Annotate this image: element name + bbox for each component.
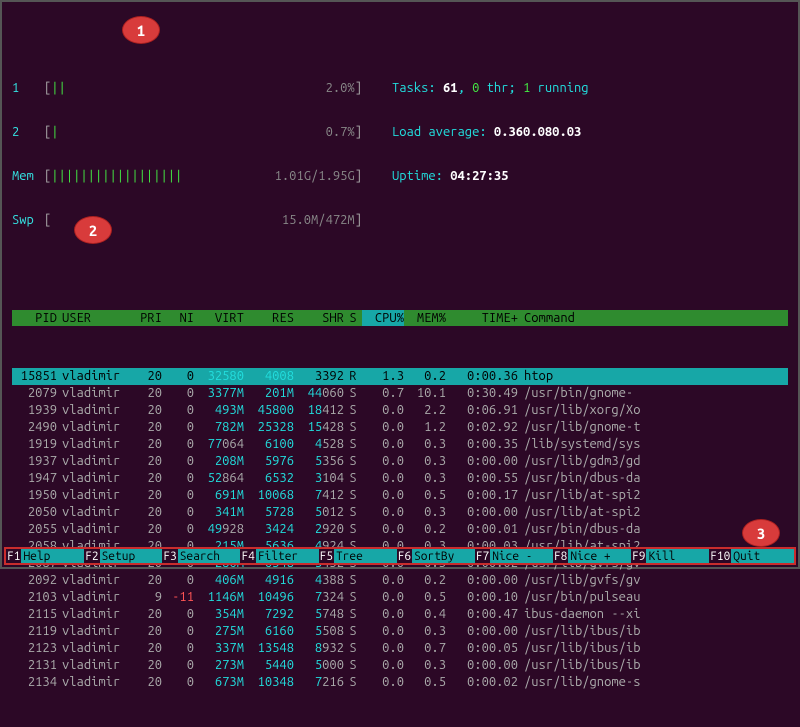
fkey-label-f5[interactable]: Tree — [334, 549, 397, 563]
cpu2-label: 2 — [12, 124, 44, 140]
hdr-cpu[interactable]: CPU% — [362, 310, 404, 326]
header-block: 1[||2.0%] 2[|0.7%] Mem[|||||||||||||||||… — [12, 52, 788, 256]
hdr-ni[interactable]: NI — [162, 310, 194, 326]
fkey-label-f8[interactable]: Nice + — [568, 549, 631, 563]
fkey-f3[interactable]: F3 — [162, 549, 177, 563]
fkey-f8[interactable]: F8 — [553, 549, 568, 563]
process-row[interactable]: 2055vladimir2004992834242920S0.00.20:00.… — [12, 521, 788, 538]
process-row[interactable]: 2115vladimir200354M72925748S0.00.40:00.4… — [12, 606, 788, 623]
fkey-label-f2[interactable]: Setup — [100, 549, 163, 563]
mem-bars: |||||||||||||||||| — [51, 168, 182, 184]
tasks-total: 61 — [443, 80, 458, 96]
cpu1-meter: 1[||2.0%] — [12, 80, 362, 96]
tasks-thr: 0 — [472, 80, 479, 96]
load1: 0.36 — [494, 124, 523, 140]
hdr-cmd[interactable]: Command — [518, 310, 788, 326]
cpu1-value: 2.0% — [326, 80, 355, 96]
fkey-f4[interactable]: F4 — [240, 549, 255, 563]
hdr-pid[interactable]: PID — [12, 310, 57, 326]
load5: 0.08 — [523, 124, 552, 140]
hdr-pri[interactable]: PRI — [127, 310, 162, 326]
callout-3: 3 — [742, 519, 780, 547]
mem-meter: Mem[||||||||||||||||||1.01G/1.95G] — [12, 168, 362, 184]
process-row[interactable]: 1939vladimir200493M4580018412S0.02.20:06… — [12, 402, 788, 419]
hdr-virt[interactable]: VIRT — [194, 310, 244, 326]
tasks-running: 1 — [523, 80, 530, 96]
process-row[interactable]: 2123vladimir200337M135488932S0.00.70:00.… — [12, 640, 788, 657]
fkey-label-f9[interactable]: Kill — [646, 549, 709, 563]
process-row[interactable]: 2490vladimir200782M2532815428S0.01.20:02… — [12, 419, 788, 436]
uptime-label: Uptime: — [392, 168, 450, 184]
uptime-value: 04:27:35 — [450, 168, 508, 184]
fkey-f2[interactable]: F2 — [84, 549, 99, 563]
process-row[interactable]: 1947vladimir2005286465323104S0.00.30:00.… — [12, 470, 788, 487]
fkey-label-f4[interactable]: Filter — [256, 549, 319, 563]
process-row[interactable]: 2050vladimir200341M57285012S0.00.30:00.0… — [12, 504, 788, 521]
hdr-mem[interactable]: MEM% — [404, 310, 446, 326]
tasks-label: Tasks: — [392, 80, 443, 96]
hdr-res[interactable]: RES — [244, 310, 294, 326]
hdr-user[interactable]: USER — [57, 310, 127, 326]
process-row[interactable]: 2079vladimir2003377M201M44060S0.710.10:3… — [12, 385, 788, 402]
process-row[interactable]: 1950vladimir200691M100687412S0.00.50:00.… — [12, 487, 788, 504]
htop-window: 1[||2.0%] 2[|0.7%] Mem[|||||||||||||||||… — [2, 2, 798, 727]
cpu2-bars: | — [51, 124, 58, 140]
fkey-f7[interactable]: F7 — [475, 549, 490, 563]
process-list[interactable]: 15851vladimir2003258040083392R1.30.20:00… — [12, 368, 788, 691]
process-row[interactable]: 2131vladimir200273M54405000S0.00.30:00.0… — [12, 657, 788, 674]
hdr-s[interactable]: S — [344, 310, 362, 326]
fkey-f10[interactable]: F10 — [709, 549, 731, 563]
load15: 0.03 — [552, 124, 581, 140]
mem-label: Mem — [12, 168, 44, 184]
process-row[interactable]: 1919vladimir2007706461004528S0.00.30:00.… — [12, 436, 788, 453]
function-key-bar[interactable]: F1Help F2Setup F3SearchF4FilterF5Tree F6… — [4, 547, 796, 565]
process-row[interactable]: 15851vladimir2003258040083392R1.30.20:00… — [12, 368, 788, 385]
callout-2: 2 — [74, 216, 112, 244]
process-row[interactable]: 1937vladimir200208M59765356S0.00.30:00.0… — [12, 453, 788, 470]
load-label: Load average: — [392, 124, 494, 140]
swp-label: Swp — [12, 212, 44, 228]
cpu1-bars: || — [51, 80, 66, 96]
process-header[interactable]: PID USER PRI NI VIRT RES SHR S CPU% MEM%… — [12, 310, 788, 326]
fkey-label-f10[interactable]: Quit — [731, 549, 794, 563]
process-row[interactable]: 2103vladimir9-111146M104967324S0.00.50:0… — [12, 589, 788, 606]
mem-value: 1.01G/1.95G — [275, 168, 355, 184]
meters-panel: 1[||2.0%] 2[|0.7%] Mem[|||||||||||||||||… — [12, 52, 362, 256]
fkey-label-f1[interactable]: Help — [21, 549, 84, 563]
fkey-f6[interactable]: F6 — [397, 549, 412, 563]
hdr-shr[interactable]: SHR — [294, 310, 344, 326]
process-row[interactable]: 2119vladimir200275M61605508S0.00.30:00.0… — [12, 623, 788, 640]
cpu2-meter: 2[|0.7%] — [12, 124, 362, 140]
cpu1-label: 1 — [12, 80, 44, 96]
hdr-time[interactable]: TIME+ — [446, 310, 518, 326]
fkey-label-f3[interactable]: Search — [178, 549, 241, 563]
callout-1: 1 — [122, 16, 160, 44]
fkey-f1[interactable]: F1 — [6, 549, 21, 563]
system-info: Tasks: 61, 0 thr; 1 running Load average… — [392, 52, 589, 256]
process-row[interactable]: 2092vladimir200406M49164388S0.00.20:00.0… — [12, 572, 788, 589]
swp-meter: Swp[15.0M/472M] — [12, 212, 362, 228]
fkey-label-f6[interactable]: SortBy — [412, 549, 475, 563]
fkey-label-f7[interactable]: Nice - — [490, 549, 553, 563]
fkey-f5[interactable]: F5 — [319, 549, 334, 563]
swp-value: 15.0M/472M — [282, 212, 355, 228]
fkey-f9[interactable]: F9 — [631, 549, 646, 563]
cpu2-value: 0.7% — [326, 124, 355, 140]
process-row[interactable]: 2134vladimir200673M103487216S0.00.50:00.… — [12, 674, 788, 691]
